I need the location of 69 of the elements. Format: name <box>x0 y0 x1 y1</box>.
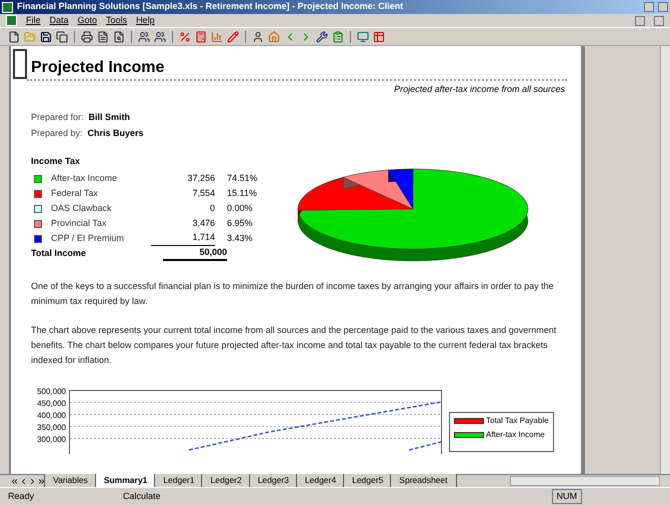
people-icon[interactable] <box>154 30 166 42</box>
printer-icon[interactable] <box>81 30 93 42</box>
title-bracket <box>13 49 27 79</box>
amount: 7,554 <box>191 186 215 200</box>
income-item: CPP / EI Premium <box>51 232 125 245</box>
tool-icon[interactable] <box>316 30 328 42</box>
percentage: 6.95% <box>227 216 253 230</box>
axis-label: 500,000 <box>36 386 66 398</box>
field-value: Bill Smith <box>88 110 130 124</box>
field-label: Prepared by: <box>31 127 83 140</box>
amount: 1,714 <box>151 231 215 246</box>
income-item: Provincial Tax <box>51 216 108 230</box>
section-heading: Income Tax <box>31 154 81 168</box>
spreadsheet-icon <box>2 2 13 12</box>
status-text: Calculate <box>123 490 161 503</box>
amount: 0 <box>208 202 215 215</box>
body-paragraph: One of the keys to a successful financial plan is to minimize the burden of income taxes by arranging your affairs in order to pay the minimum tax required by law. <box>31 280 555 308</box>
axis-label: 400,000 <box>36 410 66 422</box>
axis-label: 300,000 <box>36 434 66 446</box>
report-subtitle: Projected after-tax income from all sources <box>394 83 565 96</box>
maximize-button[interactable] <box>658 2 668 12</box>
sheet-tab[interactable]: Spreadsheet <box>390 474 456 488</box>
percentage: 15.11% <box>227 186 257 200</box>
new-file-icon[interactable] <box>8 30 20 42</box>
people-icon[interactable] <box>138 30 150 42</box>
monitor-icon[interactable] <box>357 30 369 42</box>
status-indicator: NUM <box>552 488 582 504</box>
percentage: 0.00% <box>227 202 253 215</box>
restore-button[interactable] <box>654 16 664 26</box>
window-title: Financial Planning Solutions [Sample3.xls - Retirement Income] - Projected Income: Client <box>17 0 404 14</box>
print-preview-icon[interactable] <box>113 30 125 42</box>
home-icon[interactable] <box>268 30 280 42</box>
calculator-icon[interactable] <box>195 30 207 42</box>
person-icon[interactable] <box>252 30 264 42</box>
pencil-icon[interactable] <box>227 30 239 42</box>
status-text: Ready <box>8 490 36 503</box>
legend-label: After-tax Income <box>486 428 545 440</box>
legend-label: Total Tax Payable <box>486 414 549 426</box>
income-item: After-tax Income <box>51 172 118 185</box>
clipboard-icon[interactable] <box>332 30 344 42</box>
copy-icon[interactable] <box>56 30 68 42</box>
menu-item[interactable]: Goto <box>78 14 98 28</box>
document-icon[interactable] <box>97 30 109 42</box>
percentage: 3.43% <box>227 232 253 245</box>
body-paragraph: The chart above represents your current total income from all sources and the percentage paid to the various taxes and government benefits. The chart below compares your future projected after-tax income and total tax payable to the current federal tax brackets indexed for inflation. <box>31 324 558 366</box>
menu-item[interactable]: Help <box>136 14 155 28</box>
field-label: Prepared for: <box>31 110 84 124</box>
menu-item[interactable]: File <box>26 14 41 28</box>
menu-item[interactable]: Tools <box>106 14 128 28</box>
grid-icon[interactable] <box>373 30 385 42</box>
horizontal-scrollbar[interactable] <box>510 476 660 486</box>
total-label: Total Income <box>31 246 87 260</box>
vertical-scrollbar[interactable] <box>660 46 670 474</box>
percent-icon[interactable] <box>179 30 191 42</box>
total-amount: 50,000 <box>163 246 227 262</box>
axis-label: 350,000 <box>36 422 66 434</box>
amount: 37,256 <box>186 172 215 185</box>
amount: 3,476 <box>191 216 215 230</box>
field-value: Chris Buyers <box>88 127 144 140</box>
menu-item[interactable]: Data <box>50 14 69 28</box>
axis-label: 450,000 <box>36 398 66 410</box>
percentage: 74.51% <box>227 172 258 185</box>
chart-icon[interactable] <box>211 30 223 42</box>
tab-scroll-button[interactable] <box>37 476 46 486</box>
report-title: Projected Income <box>31 59 164 77</box>
income-item: Federal Tax <box>51 186 99 200</box>
save-icon[interactable] <box>40 30 52 42</box>
tab-scroll-button[interactable] <box>10 476 19 486</box>
income-item: OAS Clawback <box>51 202 113 215</box>
